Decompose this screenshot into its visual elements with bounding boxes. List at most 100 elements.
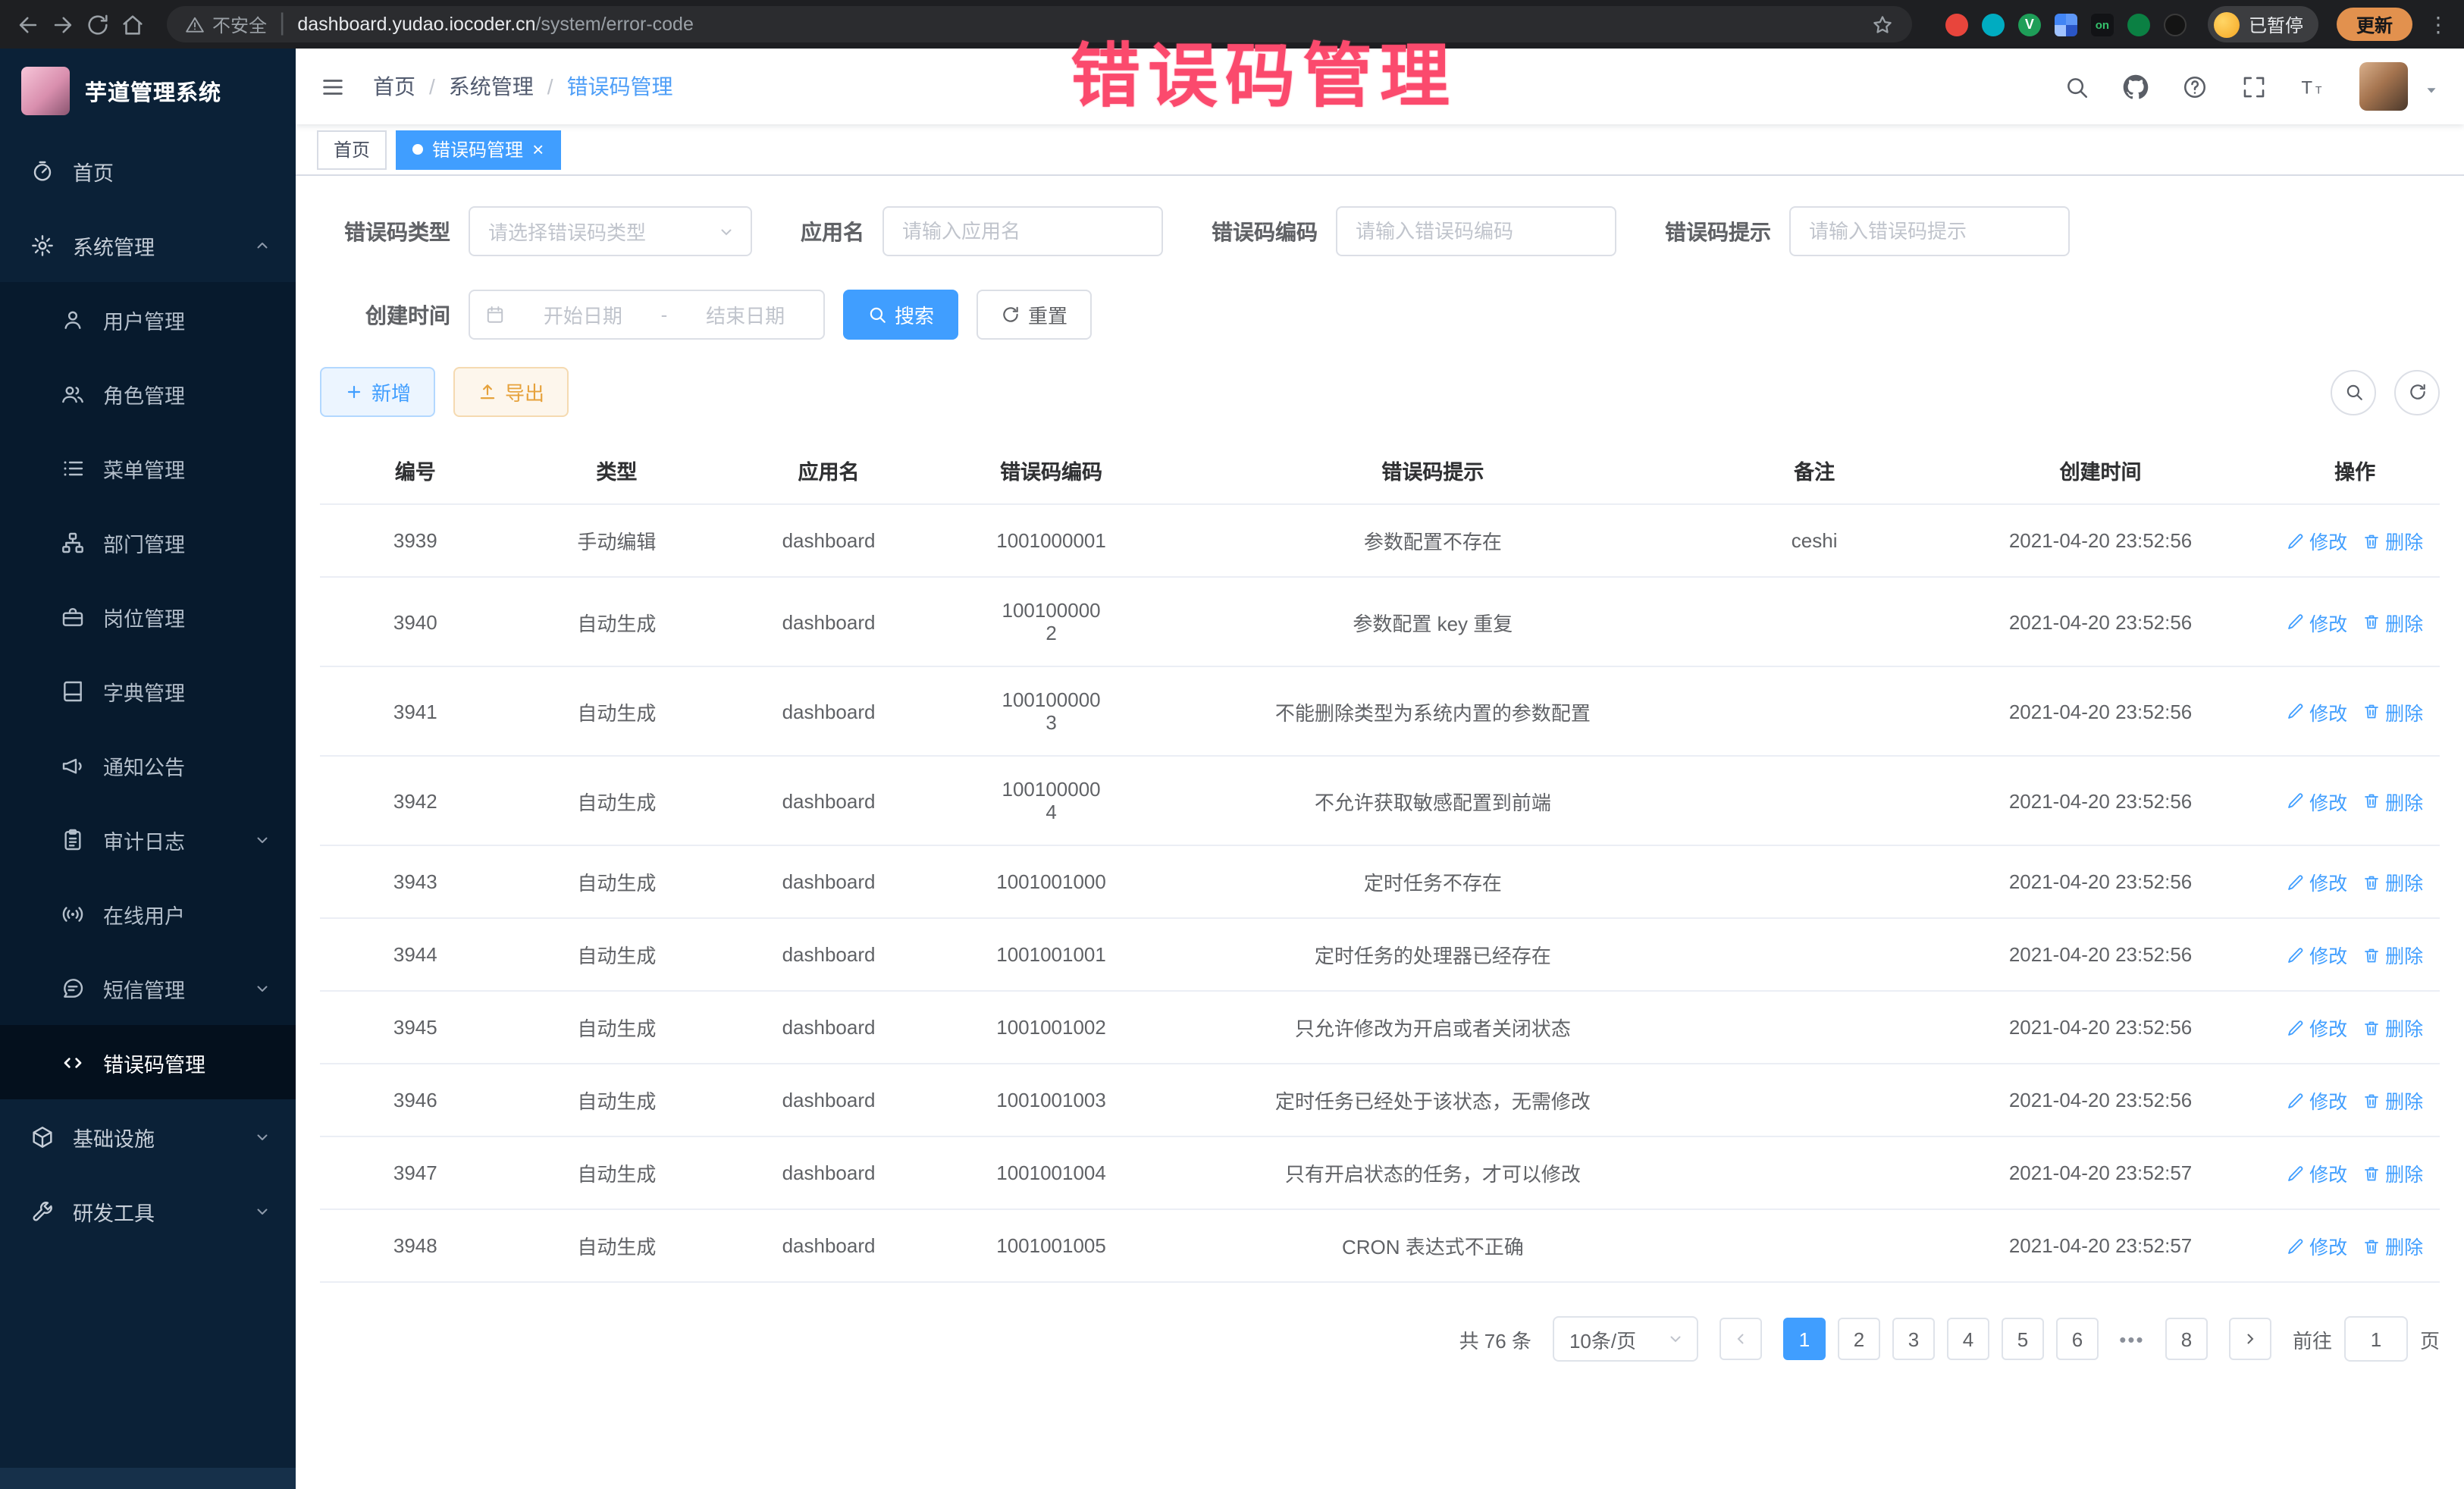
delete-link[interactable]: 删除 <box>2362 526 2423 555</box>
extension-teal-icon[interactable] <box>1982 13 2005 36</box>
caret-down-icon[interactable] <box>2423 78 2440 95</box>
hint-filter-input[interactable] <box>1789 206 2070 256</box>
delete-link[interactable]: 删除 <box>2362 697 2423 726</box>
page-size-select[interactable]: 10条/页 <box>1553 1316 1698 1362</box>
edit-link[interactable]: 修改 <box>2287 1013 2347 1042</box>
search-button[interactable]: 搜索 <box>843 290 958 340</box>
sidebar-item-通知公告[interactable]: 通知公告 <box>0 728 296 802</box>
code-filter-input[interactable] <box>1336 206 1616 256</box>
page-6-button[interactable]: 6 <box>2056 1318 2099 1360</box>
fullscreen-icon[interactable] <box>2241 74 2267 99</box>
delete-link[interactable]: 删除 <box>2362 1231 2423 1260</box>
sidebar-item-研发工具[interactable]: 研发工具 <box>0 1174 296 1248</box>
date-range-picker[interactable]: 开始日期 - 结束日期 <box>469 290 825 340</box>
delete-link[interactable]: 删除 <box>2362 867 2423 896</box>
delete-link[interactable]: 删除 <box>2362 1086 2423 1114</box>
extension-paw-icon[interactable] <box>2164 13 2187 36</box>
sidebar-collapse-bar[interactable] <box>0 1468 296 1489</box>
address-bar[interactable]: 不安全 | dashboard.yudao.iocoder.cn/system/… <box>167 6 1912 42</box>
app-logo[interactable]: 芋道管理系统 <box>0 49 296 133</box>
sidebar-item-审计日志[interactable]: 审计日志 <box>0 802 296 876</box>
next-page-button[interactable] <box>2229 1318 2271 1360</box>
edit-link[interactable]: 修改 <box>2287 786 2347 815</box>
extension-grid-icon[interactable] <box>2055 13 2077 36</box>
sidebar-item-岗位管理[interactable]: 岗位管理 <box>0 579 296 654</box>
delete-link[interactable]: 删除 <box>2362 786 2423 815</box>
edit-link[interactable]: 修改 <box>2287 1158 2347 1187</box>
edit-link[interactable]: 修改 <box>2287 1231 2347 1260</box>
breadcrumb-system[interactable]: 系统管理 <box>449 71 534 102</box>
edit-link[interactable]: 修改 <box>2287 526 2347 555</box>
edit-link[interactable]: 修改 <box>2287 697 2347 726</box>
delete-link[interactable]: 删除 <box>2362 607 2423 636</box>
edit-link[interactable]: 修改 <box>2287 607 2347 636</box>
help-icon[interactable] <box>2182 74 2208 99</box>
sidebar-item-用户管理[interactable]: 用户管理 <box>0 282 296 356</box>
prev-page-button[interactable] <box>1719 1318 1762 1360</box>
breadcrumb-home[interactable]: 首页 <box>373 71 415 102</box>
browser-update-button[interactable]: 更新 <box>2337 8 2412 41</box>
sidebar-item-在线用户[interactable]: 在线用户 <box>0 876 296 951</box>
refresh-icon <box>2407 382 2427 402</box>
edit-link[interactable]: 修改 <box>2287 940 2347 969</box>
export-button[interactable]: 导出 <box>453 367 569 417</box>
add-button[interactable]: 新增 <box>320 367 435 417</box>
page-8-button[interactable]: 8 <box>2165 1318 2208 1360</box>
date-start-placeholder: 开始日期 <box>520 300 646 329</box>
search-icon[interactable] <box>2064 74 2089 99</box>
page-4-button[interactable]: 4 <box>1947 1318 1989 1360</box>
home-icon[interactable] <box>120 11 146 37</box>
delete-link[interactable]: 删除 <box>2362 1013 2423 1042</box>
github-icon[interactable] <box>2123 74 2149 99</box>
pagination-ellipsis[interactable]: ••• <box>2111 1318 2153 1360</box>
edit-icon <box>2287 873 2305 891</box>
page-1-button[interactable]: 1 <box>1783 1318 1826 1360</box>
browser-profile-chip[interactable]: 已暂停 <box>2208 6 2318 42</box>
cell-id: 3944 <box>320 918 511 991</box>
extension-on-icon[interactable]: on <box>2091 13 2114 36</box>
sidebar-item-首页[interactable]: 首页 <box>0 133 296 208</box>
app-filter-input[interactable] <box>882 206 1163 256</box>
page-2-button[interactable]: 2 <box>1838 1318 1880 1360</box>
page-5-button[interactable]: 5 <box>2002 1318 2044 1360</box>
avatar[interactable] <box>2359 62 2408 111</box>
back-icon[interactable] <box>15 11 41 37</box>
delete-link[interactable]: 删除 <box>2362 940 2423 969</box>
hamburger-icon[interactable] <box>320 74 346 99</box>
goto-page-input[interactable] <box>2344 1316 2408 1362</box>
table-row: 3941自动生成dashboard100100000 3不能删除类型为系统内置的… <box>320 666 2440 756</box>
sidebar-item-菜单管理[interactable]: 菜单管理 <box>0 431 296 505</box>
delete-link[interactable]: 删除 <box>2362 1158 2423 1187</box>
sidebar-item-字典管理[interactable]: 字典管理 <box>0 654 296 728</box>
edit-icon <box>2287 1237 2305 1255</box>
page-3-button[interactable]: 3 <box>1892 1318 1935 1360</box>
sidebar-item-角色管理[interactable]: 角色管理 <box>0 356 296 431</box>
cell-code: 1001000001 <box>935 504 1168 577</box>
tab-home[interactable]: 首页 <box>317 130 387 169</box>
font-size-icon[interactable]: TT <box>2300 74 2326 99</box>
cell-remark <box>1698 756 1931 845</box>
reload-icon[interactable] <box>85 11 111 37</box>
type-filter-select[interactable]: 请选择错误码类型 <box>469 206 752 256</box>
sidebar-item-短信管理[interactable]: 短信管理 <box>0 951 296 1025</box>
forward-icon[interactable] <box>50 11 76 37</box>
sidebar-item-错误码管理[interactable]: 错误码管理 <box>0 1025 296 1099</box>
edit-link[interactable]: 修改 <box>2287 1086 2347 1114</box>
sidebar-item-系统管理[interactable]: 系统管理 <box>0 208 296 282</box>
close-icon[interactable]: × <box>532 139 544 159</box>
toggle-search-button[interactable] <box>2331 369 2376 415</box>
edit-link[interactable]: 修改 <box>2287 867 2347 896</box>
refresh-table-button[interactable] <box>2394 369 2440 415</box>
security-status[interactable]: 不安全 <box>185 11 267 37</box>
table-toolbar: 新增 导出 <box>320 367 2440 417</box>
bookmark-star-icon[interactable] <box>1871 13 1894 36</box>
cell-id: 3941 <box>320 666 511 756</box>
extension-v-icon[interactable]: V <box>2018 13 2041 36</box>
extension-red-icon[interactable] <box>1945 13 1968 36</box>
tab-error-code[interactable]: 错误码管理 × <box>396 130 560 169</box>
overflow-menu-icon[interactable]: ⋮ <box>2428 11 2449 37</box>
extension-leaf-icon[interactable] <box>2127 13 2150 36</box>
sidebar-item-部门管理[interactable]: 部门管理 <box>0 505 296 579</box>
sidebar-item-基础设施[interactable]: 基础设施 <box>0 1099 296 1174</box>
reset-button[interactable]: 重置 <box>977 290 1092 340</box>
